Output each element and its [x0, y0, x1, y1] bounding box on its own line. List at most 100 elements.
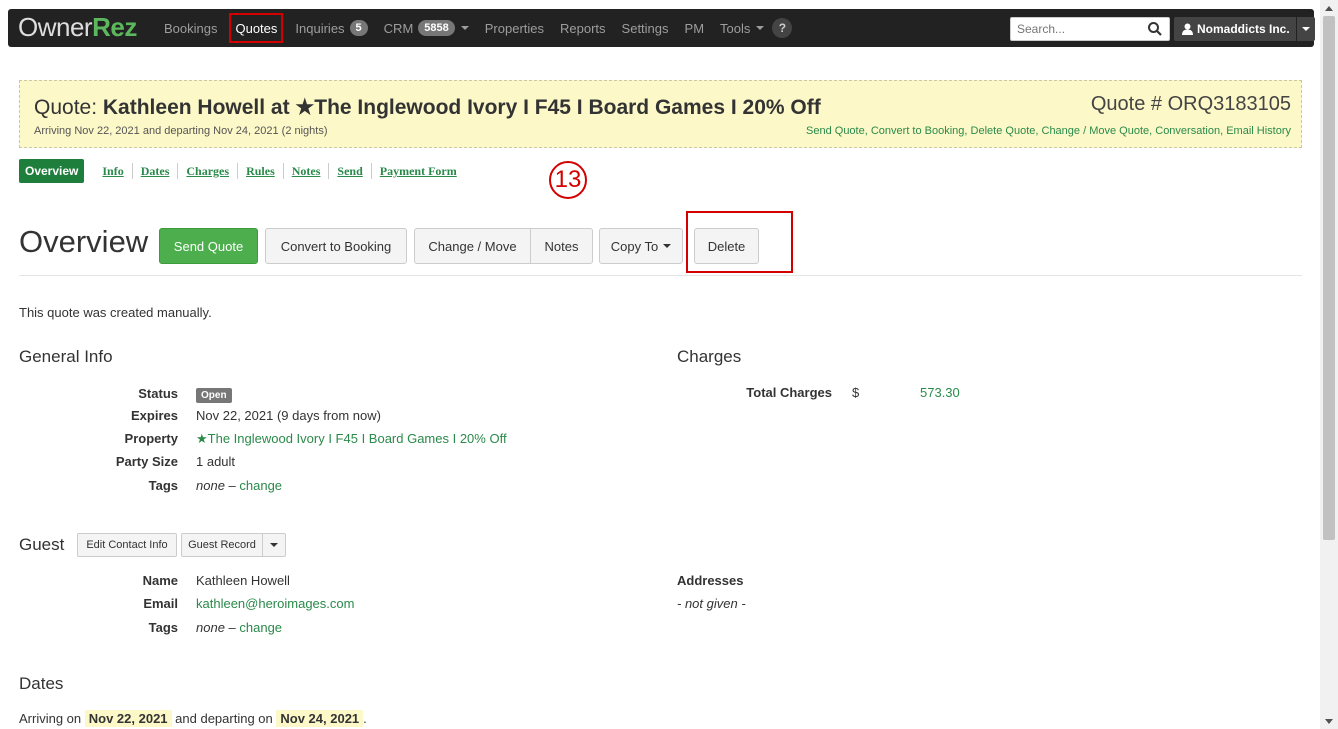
conversation-link[interactable]: Conversation — [1155, 125, 1220, 137]
brand-logo[interactable]: OwnerRez — [18, 13, 137, 41]
guest-record-button[interactable]: Guest Record — [181, 533, 263, 557]
inquiries-count-badge: 5 — [349, 20, 368, 36]
user-name: Nomaddicts Inc. — [1197, 22, 1290, 36]
dates-line: Arriving on Nov 22, 2021 and departing o… — [19, 710, 367, 727]
search-icon[interactable] — [1147, 21, 1163, 37]
guest-record-toggle[interactable] — [262, 533, 286, 557]
tab-dates[interactable]: Dates — [131, 163, 178, 179]
navbar-bar: OwnerRez Bookings Quotes Inquiries 5 CRM 5… — [8, 9, 1315, 47]
tags-none: none — [196, 478, 225, 493]
convert-to-booking-link[interactable]: Convert to Booking — [871, 125, 965, 137]
search-box — [1010, 17, 1170, 41]
general-info-heading: General Info — [19, 347, 113, 366]
arriving-on-text: Arriving on — [19, 711, 82, 726]
send-quote-button[interactable]: Send Quote — [159, 228, 258, 264]
tab-notes[interactable]: Notes — [282, 163, 329, 179]
addresses-label: Addresses — [677, 573, 744, 588]
chevron-down-icon — [756, 26, 765, 30]
nav-inquiries[interactable]: Inquiries 5 — [287, 9, 375, 47]
arrival-date: Nov 22, 2021 — [84, 710, 172, 727]
guest-tags-label: Tags — [148, 620, 178, 635]
scroll-down-arrow-icon[interactable] — [1320, 713, 1338, 729]
nav-inquiries-label: Inquiries — [295, 20, 345, 36]
status-badge: Open — [196, 388, 232, 403]
chevron-down-icon — [270, 543, 278, 547]
change-move-quote-link[interactable]: Change / Move Quote — [1042, 125, 1150, 137]
guest-tags-none: none — [196, 620, 225, 635]
quote-label: Quote: — [34, 96, 98, 119]
nav-pm[interactable]: PM — [677, 9, 713, 47]
step-annotation: 13 — [549, 161, 587, 199]
copy-to-button[interactable]: Copy To — [599, 228, 683, 264]
delete-highlight-box — [686, 211, 793, 273]
guest-name-value: Kathleen Howell — [196, 573, 290, 588]
expires-label: Expires — [131, 408, 178, 423]
nav-bookings[interactable]: Bookings — [156, 9, 225, 47]
created-note: This quote was created manually. — [19, 305, 212, 320]
search-input[interactable] — [1011, 18, 1135, 40]
quote-header: Quote: Kathleen Howell at ★The Inglewood… — [19, 80, 1302, 148]
chevron-down-icon — [460, 26, 469, 30]
vertical-scrollbar[interactable] — [1320, 0, 1338, 729]
tags-change-link[interactable]: change — [239, 478, 282, 493]
dates-heading: Dates — [19, 674, 64, 693]
delete-quote-link[interactable]: Delete Quote — [971, 125, 1036, 137]
currency-symbol: $ — [852, 385, 860, 400]
status-label: Status — [138, 386, 178, 401]
departure-date: Nov 24, 2021 — [276, 710, 364, 727]
expires-value: Nov 22, 2021 (9 days from now) — [196, 408, 381, 423]
quote-subtitle: Arriving Nov 22, 2021 and departing Nov … — [34, 125, 328, 137]
notes-button[interactable]: Notes — [530, 228, 593, 264]
party-size-value: 1 adult — [196, 454, 236, 469]
tags-label: Tags — [148, 478, 178, 493]
copy-to-label: Copy To — [610, 238, 659, 254]
tab-payment-form[interactable]: Payment Form — [370, 163, 465, 179]
user-menu-button[interactable]: Nomaddicts Inc. — [1174, 17, 1296, 41]
guest-heading: Guest — [19, 535, 65, 554]
nav-reports[interactable]: Reports — [552, 9, 614, 47]
nav-settings[interactable]: Settings — [614, 9, 677, 47]
guest-tags-value: none – change — [196, 620, 283, 635]
convert-to-booking-button[interactable]: Convert to Booking — [265, 228, 407, 264]
chevron-down-icon — [1302, 27, 1310, 31]
guest-tags-change-link[interactable]: change — [239, 620, 282, 635]
nav-tools[interactable]: Tools? — [712, 9, 800, 47]
email-history-link[interactable]: Email History — [1226, 125, 1291, 137]
dates-period: . — [363, 711, 367, 726]
nav-crm-label: CRM — [383, 20, 414, 36]
change-move-button[interactable]: Change / Move — [414, 228, 531, 264]
property-label: Property — [124, 431, 178, 446]
party-size-label: Party Size — [115, 454, 178, 469]
nav-crm[interactable]: CRM 5858 — [376, 9, 477, 47]
guest-email-link[interactable]: kathleen@heroimages.com — [196, 596, 354, 611]
nav-quotes[interactable]: Quotes — [225, 9, 287, 47]
tab-charges[interactable]: Charges — [177, 163, 237, 179]
send-quote-link[interactable]: Send Quote — [806, 125, 865, 137]
quote-tabs: Overview Info Dates Charges Rules Notes … — [19, 159, 465, 183]
departing-on-text: and departing on — [175, 711, 273, 726]
nav-properties[interactable]: Properties — [477, 9, 552, 47]
scroll-up-arrow-icon[interactable] — [1320, 0, 1338, 16]
tab-send[interactable]: Send — [328, 163, 370, 179]
total-charges-label: Total Charges — [746, 385, 832, 400]
tab-overview[interactable]: Overview — [19, 159, 85, 183]
user-menu-toggle[interactable] — [1297, 17, 1315, 41]
tab-info[interactable]: Info — [94, 163, 131, 179]
scrollbar-thumb[interactable] — [1323, 16, 1335, 540]
help-icon[interactable]: ? — [772, 18, 793, 38]
quote-title: Quote: Kathleen Howell at ★The Inglewood… — [34, 95, 821, 120]
divider — [19, 275, 1302, 276]
user-icon — [1182, 23, 1193, 35]
main-nav: Bookings Quotes Inquiries 5 CRM 5858 Prope… — [156, 9, 800, 47]
property-link[interactable]: ★The Inglewood Ivory I F45 I Board Games… — [196, 431, 507, 447]
top-navbar: OwnerRez Bookings Quotes Inquiries 5 CRM 5… — [0, 0, 1320, 64]
chevron-down-icon — [663, 244, 672, 248]
guest-email-label: Email — [143, 596, 178, 611]
tab-rules[interactable]: Rules — [237, 163, 283, 179]
edit-contact-info-button[interactable]: Edit Contact Info — [77, 533, 177, 557]
total-charges-value[interactable]: 573.30 — [920, 385, 960, 400]
crm-count-badge: 5858 — [418, 20, 455, 36]
nav-tools-label: Tools — [720, 20, 751, 36]
addresses-value: - not given - — [677, 596, 746, 611]
guest-name-label: Name — [142, 573, 178, 588]
